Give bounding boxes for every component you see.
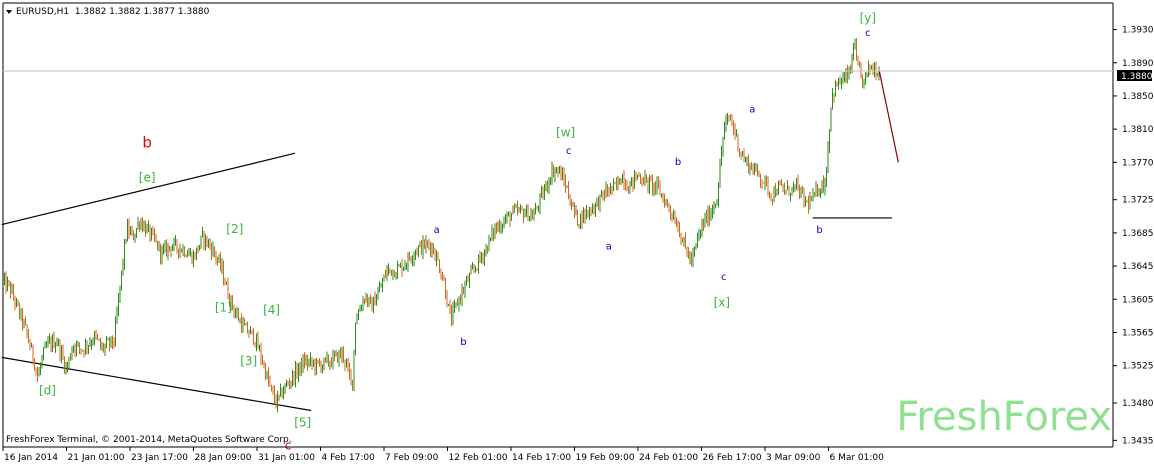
- wave-label: c: [566, 146, 572, 157]
- x-tick-label: 12 Feb 01:00: [449, 453, 508, 463]
- x-tick-label: 19 Feb 09:00: [576, 453, 635, 463]
- y-tick-label: 1.3725: [1122, 196, 1154, 206]
- wave-label: [w]: [556, 126, 575, 140]
- x-tick-label: 7 Feb 09:00: [385, 453, 439, 463]
- wave-label: [e]: [139, 170, 156, 184]
- chart: b [e] [2] [1] [4] [3] [d] [5] c a b [w] c a b c [x] a b [y]…: [0, 0, 1154, 465]
- x-tick-label: 16 Jan 2014: [4, 453, 58, 463]
- current-price-marker: 1.3880: [1117, 70, 1153, 82]
- wave-label: c: [721, 272, 727, 283]
- x-tick-label: 28 Jan 09:00: [195, 453, 252, 463]
- y-tick-label: 1.3810: [1122, 125, 1154, 135]
- x-tick-label: 26 Feb 17:00: [703, 453, 762, 463]
- y-tick-label: 1.3850: [1122, 92, 1154, 102]
- x-tick-label: 4 Feb 17:00: [322, 453, 376, 463]
- wave-label: [y]: [860, 11, 876, 25]
- chart-canvas: b [e] [2] [1] [4] [3] [d] [5] c a b [w] c a b c [x] a b [y]…: [0, 0, 1154, 465]
- x-tick-label: 24 Feb 01:00: [639, 453, 698, 463]
- y-tick-label: 1.3770: [1122, 158, 1154, 168]
- wave-label: [x]: [714, 296, 730, 310]
- chart-header: EURUSD,H1 1.3882 1.3882 1.3877 1.3880: [6, 7, 210, 17]
- wave-label: a: [749, 105, 755, 116]
- y-tick-label: 1.3645: [1122, 262, 1154, 272]
- x-tick-label: 6 Mar 01:00: [830, 453, 885, 463]
- y-tick-label: 1.3930: [1122, 26, 1154, 36]
- x-tick-label: 23 Jan 17:00: [131, 453, 188, 463]
- wave-label: a: [606, 241, 612, 252]
- wave-label: [4]: [263, 303, 280, 317]
- y-tick-label: 1.3480: [1122, 399, 1154, 409]
- y-tick-label: 1.3605: [1122, 295, 1154, 305]
- wave-label: b: [816, 225, 822, 236]
- y-tick-label: 1.3685: [1122, 229, 1154, 239]
- copyright-text: FreshForex Terminal, © 2001-2014, MetaQu…: [6, 435, 292, 445]
- wave-label: c: [865, 28, 871, 39]
- symbol-ohlc-text: EURUSD,H1 1.3882 1.3882 1.3877 1.3880: [16, 7, 210, 17]
- watermark-text: FreshForex: [896, 394, 1112, 440]
- y-tick-label: 1.3525: [1122, 362, 1154, 372]
- x-tick-label: 31 Jan 01:00: [258, 453, 315, 463]
- wave-label: [2]: [226, 222, 243, 236]
- x-tick-label: 21 Jan 01:00: [68, 453, 125, 463]
- wave-label: b: [142, 133, 152, 151]
- y-tick-label: 1.3890: [1122, 59, 1154, 69]
- wave-label: [5]: [294, 415, 311, 429]
- y-tick-label: 1.3565: [1122, 328, 1154, 338]
- wave-label: b: [675, 157, 681, 168]
- y-tick-label: 1.3435: [1122, 436, 1154, 446]
- current-price-label: 1.3880: [1121, 72, 1153, 82]
- wave-label: [3]: [240, 354, 257, 368]
- x-tick-label: 3 Mar 09:00: [766, 453, 821, 463]
- wave-label: b: [460, 337, 466, 348]
- wave-label: a: [434, 225, 440, 236]
- x-tick-label: 14 Feb 17:00: [512, 453, 571, 463]
- wave-label: [d]: [39, 384, 56, 398]
- wave-label: [1]: [215, 301, 232, 315]
